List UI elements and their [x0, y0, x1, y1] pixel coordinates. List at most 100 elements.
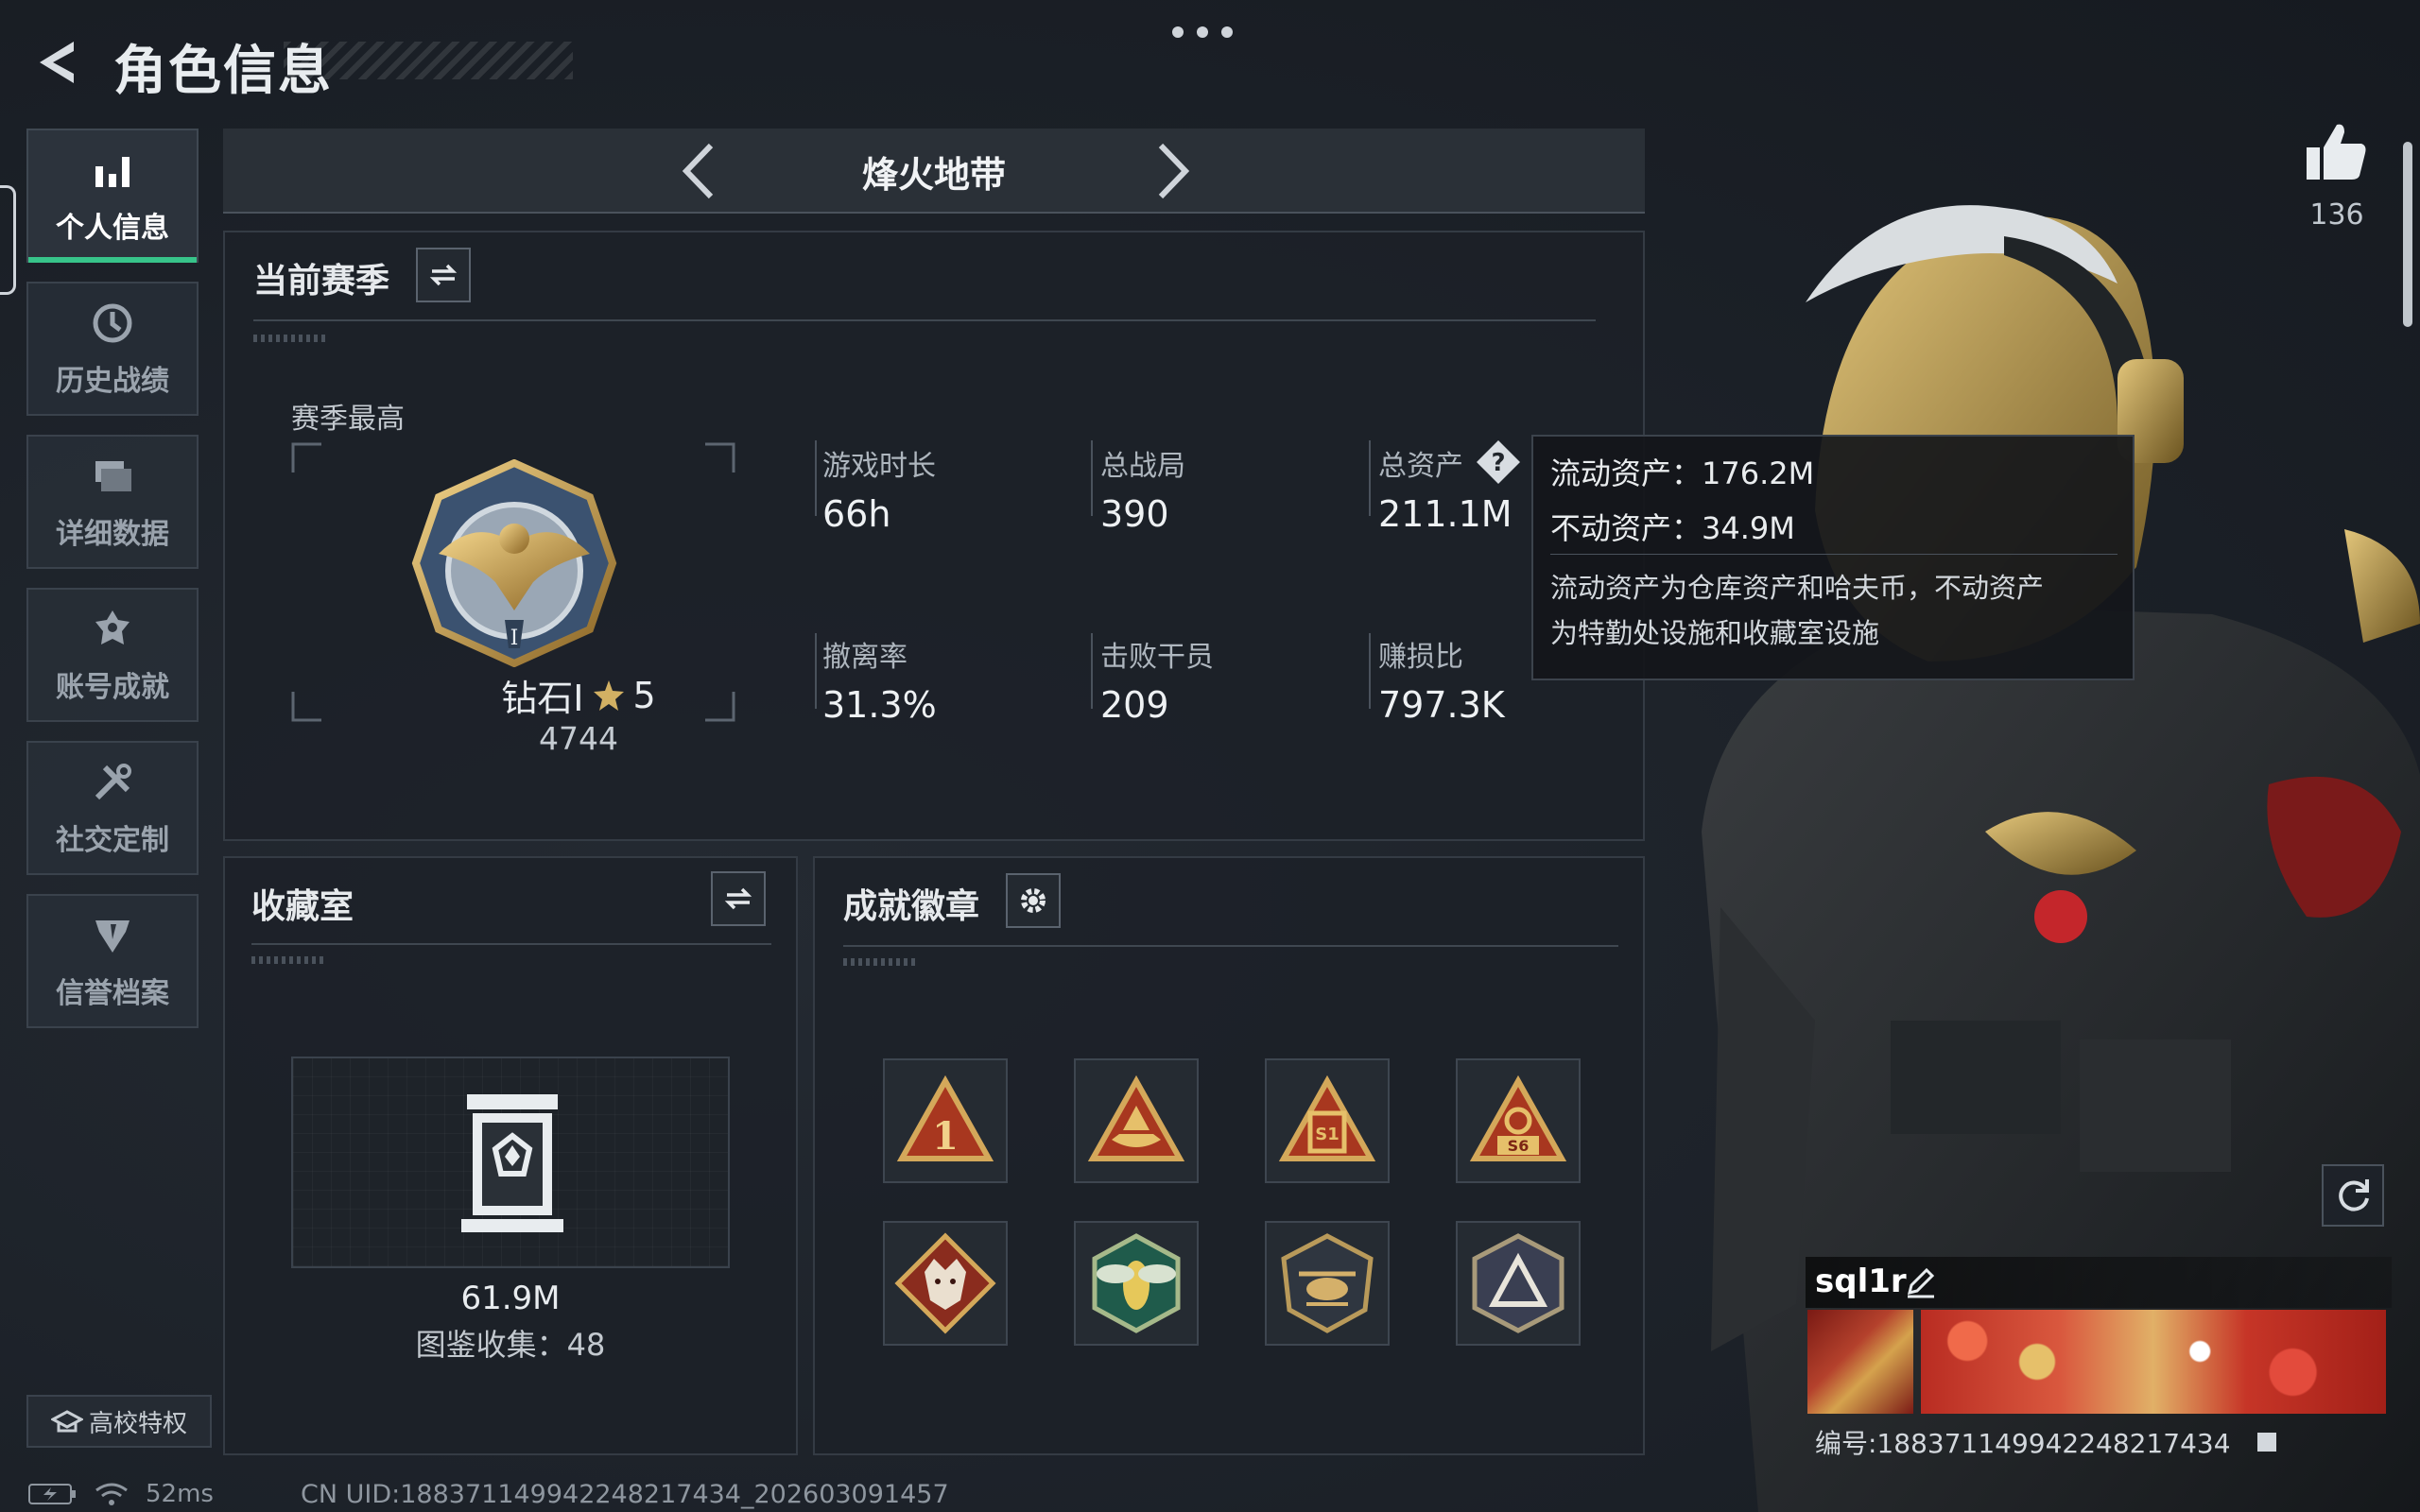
sidebar-item-label: 账号成就	[56, 671, 169, 704]
current-season-panel: 当前赛季 赛季最高 I 钻石Ⅰ 5 4744 游戏时长 66h 总战局 390 …	[223, 231, 1645, 841]
sidebar-item-personal-info[interactable]: 个人信息	[26, 129, 199, 263]
status-bar: 52ms	[28, 1480, 214, 1508]
divider	[815, 633, 817, 709]
divider	[1091, 633, 1093, 709]
folder-icon	[95, 461, 131, 491]
sidebar-item-detail-data[interactable]: 详细数据	[26, 435, 199, 569]
sidebar-item-achievements[interactable]: 账号成就	[26, 588, 199, 722]
copy-icon[interactable]	[2254, 1429, 2280, 1455]
badge-box-icon[interactable]: S1	[1265, 1058, 1390, 1183]
sidebar-item-history[interactable]: 历史战绩	[26, 282, 199, 416]
badge-wolf-icon[interactable]	[883, 1221, 1008, 1346]
collection-catalog-count: 图鉴收集：48	[415, 1327, 606, 1363]
help-icon[interactable]: ?	[1475, 438, 1522, 486]
badge-rank-1-icon[interactable]: 1	[883, 1058, 1008, 1183]
thumbs-up-icon[interactable]	[2303, 119, 2371, 187]
campus-icon	[50, 1410, 83, 1433]
back-arrow-icon[interactable]	[26, 34, 83, 91]
diamond-rank-emblem-icon: I	[411, 459, 617, 667]
stat-label-profit-ratio: 赚损比	[1378, 641, 1463, 674]
rotate-view-button[interactable]	[2322, 1164, 2384, 1227]
collection-room-panel: 收藏室 61.9M 图鉴收集：48	[223, 856, 798, 1455]
tooltip-description-line1: 流动资产为仓库资产和哈夫币，不动资产	[1550, 572, 2045, 604]
badge-wasp-icon[interactable]	[1074, 1221, 1199, 1346]
collection-switch-button[interactable]	[711, 871, 766, 926]
rank-score: 4744	[539, 720, 618, 757]
divider	[253, 319, 1596, 321]
sidebar-item-social-custom[interactable]: 社交定制	[26, 741, 199, 875]
display-case-icon	[461, 1094, 563, 1232]
svg-text:S1: S1	[1315, 1125, 1340, 1144]
tools-icon	[95, 764, 131, 800]
divider	[1369, 440, 1371, 516]
sidebar-edge-tab[interactable]	[0, 185, 16, 295]
star-icon	[593, 679, 624, 711]
sidebar-item-label: 历史战绩	[56, 365, 169, 398]
page-title: 角色信息	[113, 41, 333, 102]
scrollbar[interactable]	[2403, 142, 2412, 327]
svg-text:?: ?	[1491, 449, 1505, 477]
current-season-title: 当前赛季	[253, 262, 390, 301]
sidebar-item-label: 社交定制	[56, 824, 169, 857]
gear-icon	[1021, 888, 1046, 913]
name-card-banner[interactable]	[1921, 1310, 2386, 1414]
wifi-icon	[95, 1483, 128, 1505]
tooltip-description-line2: 为特勤处设施和收藏室设施	[1550, 617, 1880, 649]
decoration	[253, 335, 329, 342]
player-name: sql1r	[1815, 1263, 1907, 1300]
divider	[1369, 633, 1371, 709]
season-switch-button[interactable]	[416, 248, 471, 302]
decoration	[251, 956, 327, 964]
season-best-label: 赛季最高	[291, 403, 405, 436]
stat-value-play-time: 66h	[822, 493, 891, 535]
ping-value: 52ms	[146, 1480, 214, 1508]
stat-label-kills: 击败干员	[1100, 641, 1214, 674]
badge-s6-icon[interactable]: S6	[1456, 1058, 1581, 1183]
sidebar-item-label: 信誉档案	[56, 977, 169, 1010]
collection-room-title: 收藏室	[251, 887, 354, 926]
history-icon	[93, 303, 132, 343]
badge-helicopter-icon[interactable]	[1265, 1221, 1390, 1346]
decoration	[843, 958, 919, 966]
stat-label-total-assets: 总资产	[1378, 450, 1463, 483]
svg-text:I: I	[510, 627, 519, 650]
refresh-icon	[2339, 1179, 2369, 1211]
bar-chart-icon	[95, 157, 130, 187]
stat-value-kills: 209	[1100, 684, 1169, 726]
stat-value-total-assets: 211.1M	[1378, 493, 1512, 535]
stat-label-extract-rate: 撤离率	[822, 641, 908, 674]
badge-boat-icon[interactable]	[1074, 1058, 1199, 1183]
stat-label-total-matches: 总战局	[1100, 450, 1185, 483]
mode-switcher: 烽火地带	[223, 129, 1645, 214]
campus-privilege-button[interactable]: 高校特权	[26, 1395, 212, 1448]
sidebar-item-credit-record[interactable]: 信誉档案	[26, 894, 199, 1028]
swap-icon	[724, 887, 752, 910]
next-mode-icon[interactable]	[1142, 142, 1199, 200]
sidebar-item-label: 个人信息	[56, 212, 169, 245]
divider	[815, 440, 817, 516]
edit-name-icon[interactable]	[1904, 1264, 1938, 1298]
stat-value-total-matches: 390	[1100, 493, 1169, 535]
assets-tooltip: 流动资产：176.2M 不动资产：34.9M 流动资产为仓库资产和哈夫币，不动资…	[1531, 435, 2135, 680]
collection-value: 61.9M	[460, 1280, 561, 1317]
medal-icon	[95, 610, 130, 644]
like-count: 136	[2309, 198, 2364, 232]
divider	[1550, 554, 2118, 555]
swap-icon	[429, 264, 458, 286]
tooltip-fixed-assets: 不动资产：34.9M	[1550, 510, 1795, 546]
collection-display[interactable]	[291, 1057, 730, 1268]
battery-icon	[28, 1484, 76, 1504]
divider	[843, 945, 1618, 947]
name-card-emblem[interactable]	[1807, 1310, 1913, 1414]
badge-triangle-icon[interactable]	[1456, 1221, 1581, 1346]
achievement-badges-title: 成就徽章	[843, 887, 980, 926]
shield-icon	[95, 920, 130, 953]
stat-value-extract-rate: 31.3%	[822, 684, 937, 726]
campus-label: 高校特权	[88, 1409, 187, 1438]
rank-stars: 5	[632, 674, 656, 716]
badge-settings-button[interactable]	[1006, 873, 1061, 928]
mode-name: 烽火地带	[861, 154, 1006, 196]
svg-text:S6: S6	[1508, 1137, 1530, 1155]
more-options-icon[interactable]	[1172, 26, 1248, 45]
cn-uid: CN UID:188371149942248217434_20260309145…	[301, 1480, 949, 1509]
